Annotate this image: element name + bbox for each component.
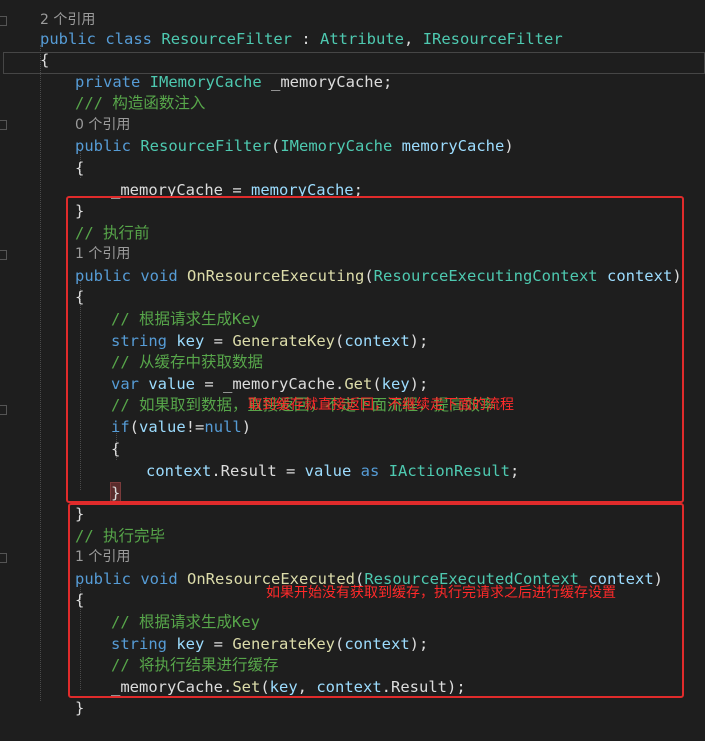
code-line: public class ResourceFilter : Attribute,… — [0, 7, 705, 48]
highlight-box-after-execute — [68, 503, 684, 698]
code-line: 0 个引用 — [0, 93, 705, 133]
code-line: public ResourceFilter(IMemoryCache memor… — [0, 114, 705, 155]
code-line: { — [0, 136, 705, 177]
code-line: private IMemoryCache _memoryCache; — [0, 50, 705, 91]
code-line: /// 构造函数注入 — [0, 71, 705, 112]
highlight-box-before-execute — [66, 196, 684, 503]
code-line: { — [0, 28, 705, 69]
code-editor[interactable]: 2 个引用 public class ResourceFilter : Attr… — [0, 0, 705, 717]
code-line: _memoryCache = memoryCache; — [0, 158, 705, 199]
